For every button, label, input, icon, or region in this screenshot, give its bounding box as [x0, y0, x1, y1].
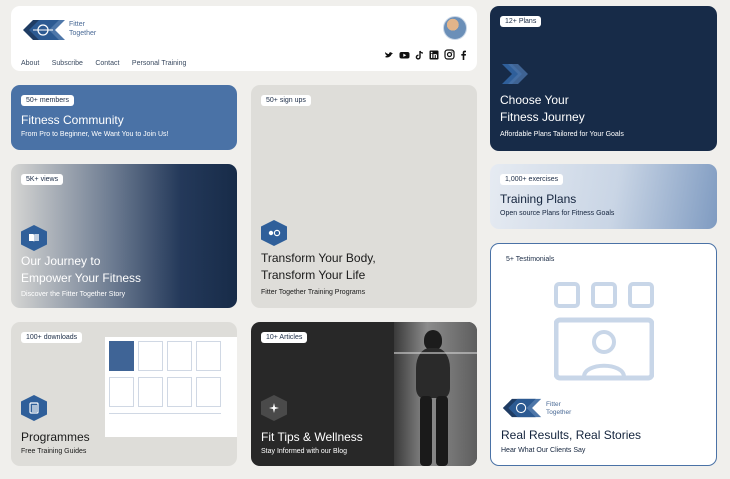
- community-badge: 50+ members: [21, 95, 74, 106]
- testimonials-badge: 5+ Testimonials: [501, 254, 560, 265]
- programmes-subtitle: Free Training Guides: [21, 448, 87, 455]
- journey-title-1: Our Journey to: [21, 254, 101, 268]
- community-subtitle: From Pro to Beginner, We Want You to Joi…: [21, 131, 169, 138]
- plans-title-1: Choose Your: [500, 93, 569, 107]
- social-links: [384, 49, 467, 60]
- athlete-photo: [394, 322, 477, 466]
- instagram-icon[interactable]: [444, 49, 455, 60]
- tiktok-icon[interactable]: [415, 50, 424, 60]
- community-title: Fitness Community: [21, 113, 124, 127]
- signups-title-2: Transform Your Life: [261, 268, 366, 282]
- tips-badge: 10+ Articles: [261, 332, 308, 343]
- testimonials-brand-line1: Fitter: [546, 401, 561, 408]
- plans-card[interactable]: 12+ Plans Choose Your Fitness Journey Af…: [490, 6, 717, 151]
- programmes-card[interactable]: 100+ downloads Programmes Free Training …: [11, 322, 237, 466]
- youtube-icon[interactable]: [399, 50, 410, 60]
- tips-title: Fit Tips & Wellness: [261, 430, 363, 444]
- nav-personal-training[interactable]: Personal Training: [132, 60, 186, 67]
- journey-card[interactable]: 5K+ views Our Journey to Empower Your Fi…: [11, 164, 237, 308]
- plans-subtitle: Affordable Plans Tailored for Your Goals: [500, 131, 624, 138]
- twitter-icon[interactable]: [384, 50, 394, 60]
- header-card: Fitter Together About Subscribe Contact …: [11, 6, 477, 71]
- brand-line2: Together: [69, 30, 97, 37]
- plans-title-2: Fitness Journey: [500, 110, 585, 124]
- chevron-stack-icon: [502, 64, 528, 84]
- facebook-icon[interactable]: [460, 50, 467, 60]
- plans-badge: 12+ Plans: [500, 16, 542, 27]
- signups-card[interactable]: 50+ sign ups Transform Your Body, Transf…: [251, 85, 477, 308]
- tips-subtitle: Stay Informed with our Blog: [261, 448, 347, 455]
- training-badge: 1,000+ exercises: [500, 174, 564, 185]
- nav-about[interactable]: About: [21, 60, 39, 67]
- testimonials-logo: Fitter Together: [501, 395, 581, 423]
- journey-title-2: Empower Your Fitness: [21, 271, 142, 285]
- nav-contact[interactable]: Contact: [95, 60, 119, 67]
- journey-subtitle: Discover the Fitter Together Story: [21, 291, 126, 298]
- testimonials-subtitle: Hear What Our Clients Say: [501, 447, 586, 454]
- document-icon: [21, 395, 47, 421]
- sparkle-icon: [261, 395, 287, 421]
- community-card[interactable]: 50+ members Fitness Community From Pro t…: [11, 85, 237, 150]
- signups-subtitle: Fitter Together Training Programs: [261, 289, 366, 296]
- logo-icon: [23, 20, 65, 40]
- training-subtitle: Open source Plans for Fitness Goals: [500, 210, 615, 217]
- testimonials-brand-line2: Together: [546, 409, 572, 416]
- toggle-icon: [261, 220, 287, 246]
- main-nav: About Subscribe Contact Personal Trainin…: [21, 52, 194, 70]
- linkedin-icon[interactable]: [429, 50, 439, 60]
- training-title: Training Plans: [500, 192, 577, 206]
- testimonials-card[interactable]: 5+ Testimonials Fitter Together Real Res…: [490, 243, 717, 466]
- video-call-icon: [554, 282, 654, 381]
- document-thumbnails: [105, 337, 237, 437]
- avatar[interactable]: [443, 16, 467, 40]
- testimonials-title: Real Results, Real Stories: [501, 428, 642, 442]
- programmes-title: Programmes: [21, 430, 90, 444]
- tips-card[interactable]: 10+ Articles Fit Tips & Wellness Stay In…: [251, 322, 477, 466]
- training-card[interactable]: 1,000+ exercises Training Plans Open sou…: [490, 164, 717, 229]
- programmes-badge: 100+ downloads: [21, 332, 83, 343]
- brand-logo[interactable]: Fitter Together: [21, 16, 101, 44]
- book-icon: [21, 225, 47, 251]
- logo-icon: [502, 398, 542, 418]
- signups-title-1: Transform Your Body,: [261, 251, 376, 265]
- journey-badge: 5K+ views: [21, 174, 64, 185]
- signups-badge: 50+ sign ups: [261, 95, 311, 106]
- brand-line1: Fitter: [69, 21, 85, 28]
- nav-subscribe[interactable]: Subscribe: [52, 60, 83, 67]
